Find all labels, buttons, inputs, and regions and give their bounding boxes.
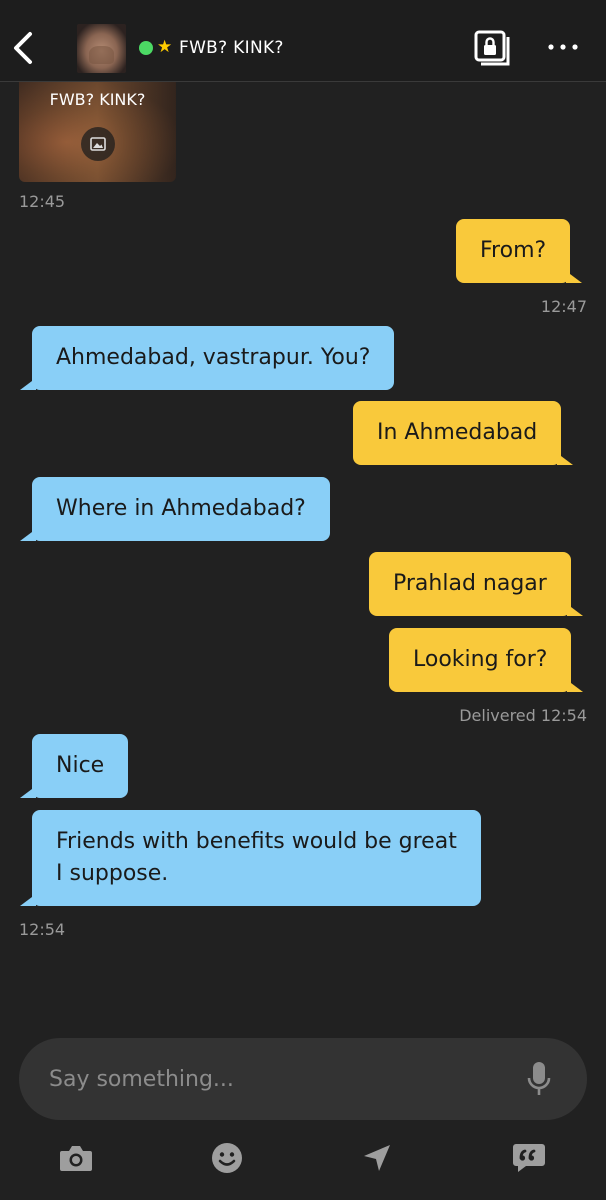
private-album-lock-icon [474,30,510,66]
back-button[interactable] [8,26,40,70]
location-arrow-icon [364,1145,390,1171]
chat-header: ★ FWB? KINK? [0,0,606,82]
received-message[interactable]: Friends with benefits would be great I s… [20,810,481,906]
received-message[interactable]: Ahmedabad, vastrapur. You? [19,326,395,390]
send-location-button[interactable] [357,1138,397,1178]
chevron-left-icon [14,32,32,64]
saved-phrases-icon [513,1144,545,1172]
received-message[interactable]: Nice [19,734,129,798]
saved-phrases-button[interactable] [509,1138,549,1178]
camera-button[interactable] [56,1138,96,1178]
delivery-status: Delivered 12:54 [459,706,587,725]
private-album-button[interactable] [474,30,512,66]
message-timestamp: 12:54 [19,920,66,939]
message-input[interactable] [49,1062,509,1096]
camera-icon [60,1146,92,1171]
sent-message[interactable]: In Ahmedabad [353,401,574,465]
image-caption: FWB? KINK? [49,90,146,109]
avatar[interactable] [77,24,126,73]
sent-message[interactable]: Looking for? [389,628,585,692]
favorite-star-icon: ★ [157,37,173,57]
profile-name[interactable]: FWB? KINK? [179,38,284,58]
smiley-icon [212,1143,242,1173]
sent-message[interactable]: From? [456,219,583,283]
voice-message-button[interactable] [527,1060,551,1098]
more-options-button[interactable] [546,36,580,58]
microphone-icon [527,1062,551,1095]
received-message[interactable]: Where in Ahmedabad? [20,477,330,541]
compose-bar [19,1038,587,1120]
image-message[interactable]: FWB? KINK? [19,82,176,182]
online-status-dot [139,41,153,55]
sent-message[interactable]: Prahlad nagar [369,552,583,616]
chat-screen: ★ FWB? KINK? FWB? KINK? 12:45 From? 12:4… [0,0,606,1200]
emoji-button[interactable] [207,1138,247,1178]
image-overlay [81,127,115,161]
more-dots-icon [548,44,578,50]
message-timestamp: 12:47 [540,297,587,316]
photo-icon [90,137,106,151]
message-timestamp: 12:45 [19,192,66,211]
